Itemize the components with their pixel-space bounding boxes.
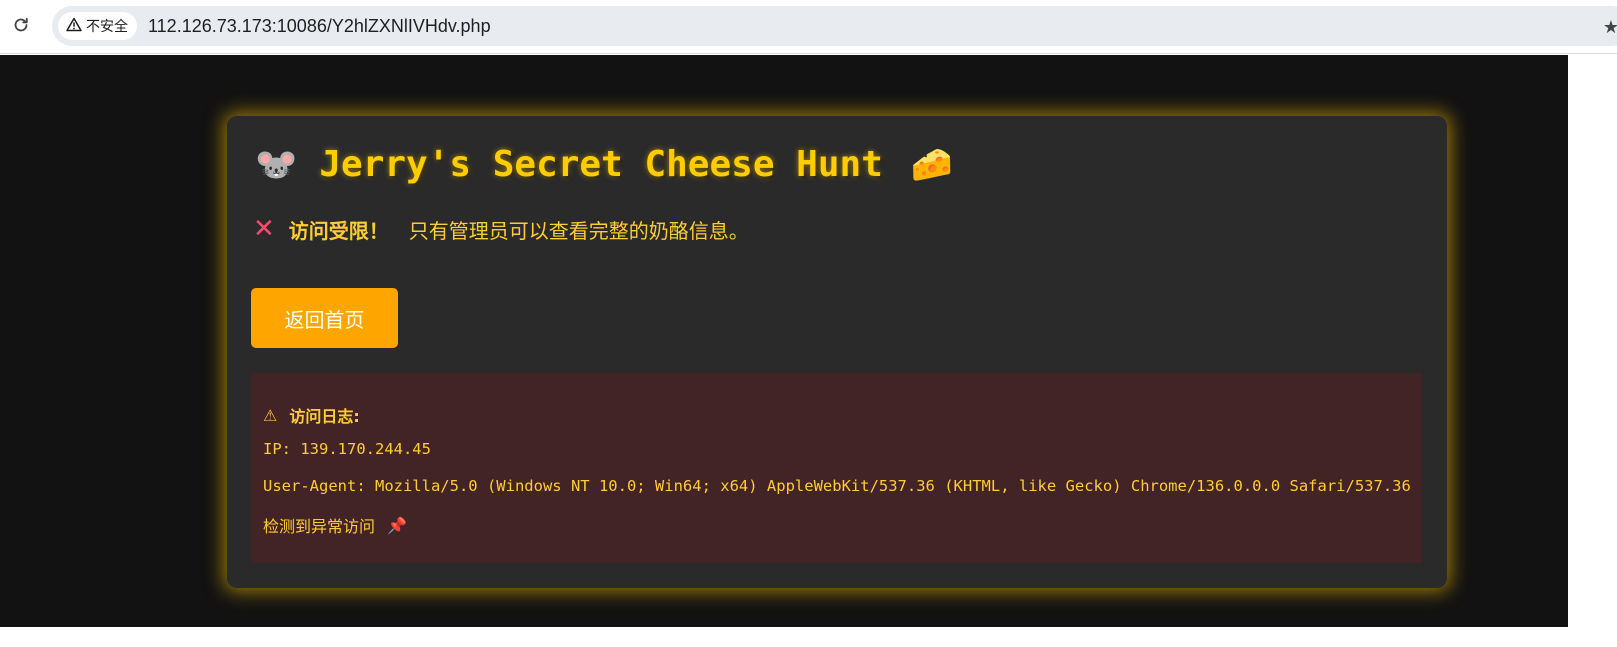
access-log-panel: ⚠ 访问日志: IP: 139.170.244.45 User-Agent: M… <box>251 373 1422 563</box>
star-icon[interactable]: ★ <box>1603 17 1617 38</box>
log-title: ⚠ 访问日志: <box>263 403 360 427</box>
browser-toolbar: 不安全 112.126.73.173:10086/Y2hlZXNlIVHdv.p… <box>0 0 1617 54</box>
page-title: 🐭 Jerry's Secret Cheese Hunt 🧀 <box>255 144 953 185</box>
security-indicator[interactable]: 不安全 <box>58 12 137 40</box>
access-denied-label: 访问受限！ <box>288 218 389 243</box>
access-denied-text: 只有管理员可以查看完整的奶酪信息。 <box>408 218 749 243</box>
log-title-text: 访问日志: <box>289 407 360 426</box>
home-button[interactable]: 返回首页 <box>251 288 398 348</box>
cheese-icon: 🧀 <box>910 144 954 185</box>
page-title-text: Jerry's Secret Cheese Hunt <box>319 144 883 185</box>
reload-icon[interactable] <box>10 14 32 36</box>
access-denied-message: ✕ 访问受限！ 只有管理员可以查看完整的奶酪信息。 <box>253 214 749 244</box>
main-card: 🐭 Jerry's Secret Cheese Hunt 🧀 ✕ 访问受限！ 只… <box>227 116 1447 588</box>
warning-icon <box>66 17 82 35</box>
address-bar[interactable]: 不安全 112.126.73.173:10086/Y2hlZXNlIVHdv.p… <box>52 6 1617 46</box>
log-note-text: 检测到异常访问 <box>263 517 376 536</box>
log-ip-line: IP: 139.170.244.45 <box>263 440 431 458</box>
page-viewport: 🐭 Jerry's Secret Cheese Hunt 🧀 ✕ 访问受限！ 只… <box>0 55 1568 627</box>
mouse-icon: 🐭 <box>255 144 298 185</box>
log-user-agent-line: User-Agent: Mozilla/5.0 (Windows NT 10.0… <box>263 477 1411 495</box>
warning-icon: ⚠ <box>263 405 278 425</box>
cross-icon: ✕ <box>253 214 275 244</box>
pin-icon: 📌 <box>387 515 407 535</box>
log-note: 检测到异常访问 📌 <box>263 513 407 537</box>
url-text[interactable]: 112.126.73.173:10086/Y2hlZXNlIVHdv.php <box>148 16 491 37</box>
security-label: 不安全 <box>86 18 128 34</box>
